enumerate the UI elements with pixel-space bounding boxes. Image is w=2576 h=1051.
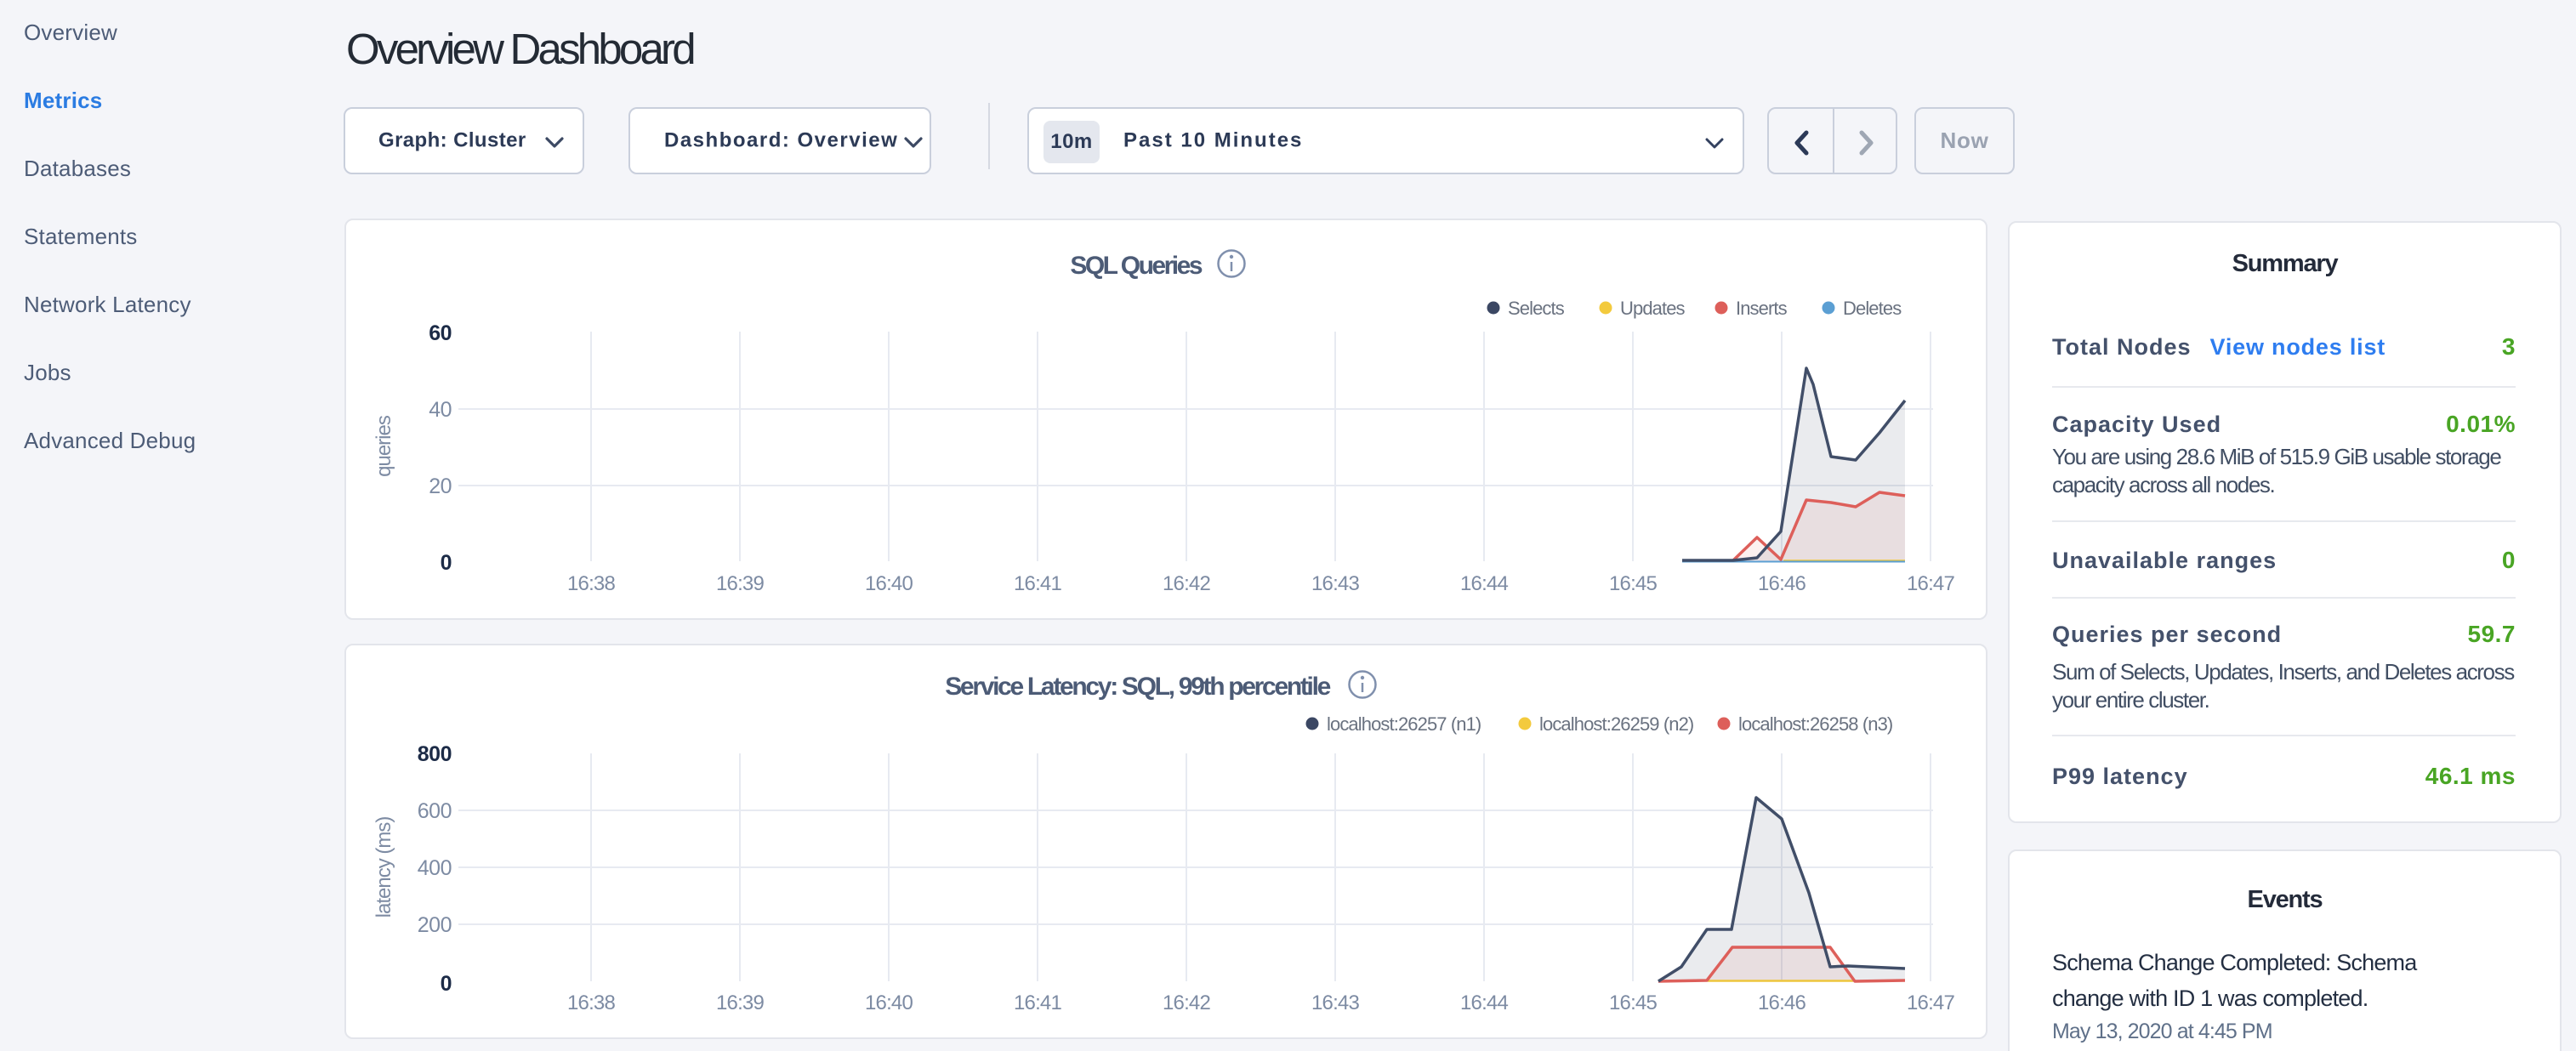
svg-text:16:47: 16:47: [1907, 991, 1955, 1014]
svg-text:16:39: 16:39: [716, 572, 765, 595]
svg-text:40: 40: [429, 398, 452, 422]
svg-text:16:38: 16:38: [567, 991, 616, 1014]
svg-text:16:40: 16:40: [865, 991, 913, 1014]
svg-text:localhost:26257 (n1): localhost:26257 (n1): [1327, 713, 1481, 735]
svg-text:60: 60: [429, 321, 452, 345]
svg-text:200: 200: [418, 913, 452, 937]
svg-text:localhost:26259 (n2): localhost:26259 (n2): [1539, 713, 1693, 735]
svg-text:0: 0: [441, 551, 452, 575]
svg-text:16:44: 16:44: [1460, 572, 1509, 595]
svg-text:16:47: 16:47: [1907, 572, 1955, 595]
svg-text:20: 20: [429, 474, 452, 498]
svg-text:600: 600: [418, 799, 452, 823]
svg-text:400: 400: [418, 856, 452, 880]
svg-text:16:42: 16:42: [1163, 991, 1211, 1014]
svg-text:0: 0: [441, 972, 452, 996]
svg-text:16:42: 16:42: [1163, 572, 1211, 595]
svg-text:16:40: 16:40: [865, 572, 913, 595]
svg-text:localhost:26258 (n3): localhost:26258 (n3): [1738, 713, 1892, 735]
svg-text:16:46: 16:46: [1758, 572, 1806, 595]
svg-text:Selects: Selects: [1508, 298, 1565, 319]
svg-text:16:39: 16:39: [716, 991, 765, 1014]
svg-text:16:45: 16:45: [1609, 991, 1658, 1014]
svg-text:16:38: 16:38: [567, 572, 616, 595]
svg-text:16:41: 16:41: [1014, 991, 1062, 1014]
svg-text:queries: queries: [372, 415, 395, 477]
svg-text:SQL Queries: SQL Queries: [1070, 252, 1203, 280]
svg-text:16:46: 16:46: [1758, 991, 1806, 1014]
svg-text:16:43: 16:43: [1311, 572, 1360, 595]
svg-text:Service Latency: SQL, 99th per: Service Latency: SQL, 99th percentile: [945, 673, 1330, 701]
svg-text:Updates: Updates: [1620, 298, 1686, 319]
svg-text:16:45: 16:45: [1609, 572, 1658, 595]
svg-text:16:43: 16:43: [1311, 991, 1360, 1014]
svg-text:800: 800: [418, 742, 452, 766]
svg-text:16:44: 16:44: [1460, 991, 1509, 1014]
svg-text:16:41: 16:41: [1014, 572, 1062, 595]
svg-text:Inserts: Inserts: [1736, 298, 1788, 319]
svg-text:latency (ms): latency (ms): [372, 817, 395, 918]
svg-text:Deletes: Deletes: [1843, 298, 1902, 319]
